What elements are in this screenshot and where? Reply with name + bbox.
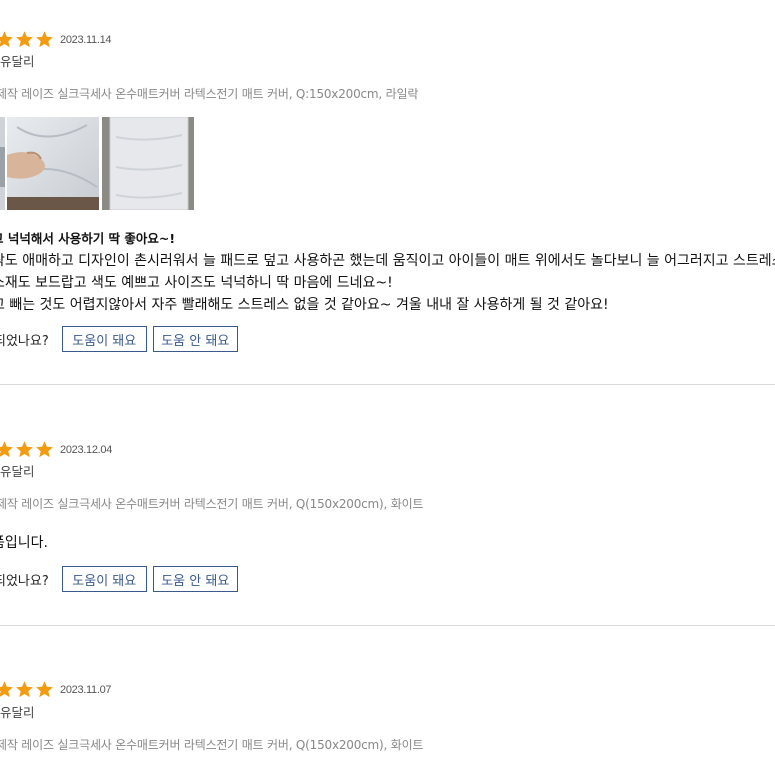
rating-row: 2023.12.04 — [0, 440, 112, 459]
helpful-question: 되었나요? — [0, 333, 49, 349]
star-icon — [0, 441, 13, 458]
helpful-yes-button[interactable]: 도움이 돼요 — [61, 566, 147, 592]
review-photo[interactable] — [0, 117, 5, 210]
helpful-row: 되었나요? 도움이 돼요 도움 안 돼요 — [0, 326, 244, 352]
helpful-row: 되었나요? 도움이 돼요 도움 안 돼요 — [0, 566, 244, 592]
rating-row: 2023.11.14 — [0, 30, 112, 49]
review-title: 고 넉넉해서 사용하기 딱 좋아요~! — [0, 231, 176, 246]
review-body-line: 고 빼는 것도 어렵지않아서 자주 빨래해도 스트레스 없을 것 같아요~ 겨울… — [0, 297, 609, 313]
product-option: 제작 레이즈 실크극세사 온수매트커버 라텍스전기 매트 커버, Q(150x2… — [0, 497, 424, 511]
helpful-no-button[interactable]: 도움 안 돼요 — [152, 326, 238, 352]
star-icon — [16, 441, 33, 458]
review-date: 2023.11.14 — [60, 33, 112, 46]
star-rating — [0, 680, 54, 699]
review-date: 2023.11.07 — [60, 683, 112, 696]
product-option: 제작 레이즈 실크극세사 온수매트커버 라텍스전기 매트 커버, Q(150x2… — [0, 738, 424, 752]
star-icon — [16, 31, 33, 48]
star-rating — [0, 440, 54, 459]
review-photo[interactable] — [102, 117, 194, 210]
star-icon — [36, 441, 53, 458]
star-icon — [36, 681, 53, 698]
star-icon — [0, 681, 13, 698]
helpful-yes-button[interactable]: 도움이 돼요 — [61, 326, 147, 352]
review-photo[interactable] — [7, 117, 99, 210]
reviewer-name: 유달리 — [0, 464, 35, 479]
review-photos — [0, 117, 200, 210]
star-icon — [0, 31, 13, 48]
reviewer-name: 유달리 — [0, 705, 35, 720]
helpful-question: 되었나요? — [0, 573, 49, 589]
reviewer-name: 유달리 — [0, 54, 35, 69]
review-body-line: 락도 애매하고 디자인이 촌시러워서 늘 패드로 덮고 사용하곤 했는데 움직이… — [0, 253, 775, 269]
review-body: 품입니다. — [0, 532, 48, 554]
review-body: 락도 애매하고 디자인이 촌시러워서 늘 패드로 덮고 사용하곤 했는데 움직이… — [0, 250, 775, 316]
star-rating — [0, 30, 54, 49]
review-date: 2023.12.04 — [60, 443, 113, 456]
review-divider — [0, 384, 775, 385]
review-divider — [0, 625, 775, 626]
product-option: 제작 레이즈 실크극세사 온수매트커버 라텍스전기 매트 커버, Q:150x2… — [0, 87, 419, 101]
star-icon — [16, 681, 33, 698]
star-icon — [36, 31, 53, 48]
rating-row: 2023.11.07 — [0, 680, 112, 699]
review-body-line: 품입니다. — [0, 535, 48, 551]
helpful-no-button[interactable]: 도움 안 돼요 — [152, 566, 238, 592]
review-body-line: 소재도 보드랍고 색도 예쁘고 사이즈도 넉넉하니 딱 마음에 드네요~! — [0, 275, 393, 291]
